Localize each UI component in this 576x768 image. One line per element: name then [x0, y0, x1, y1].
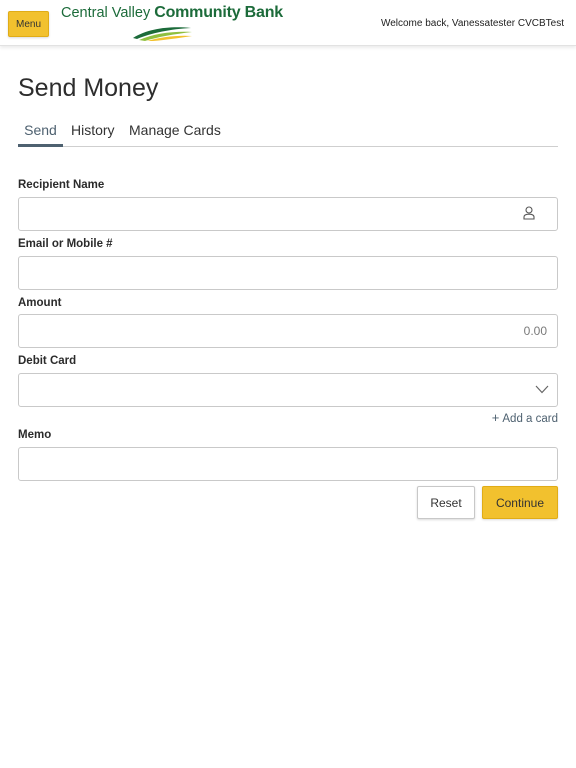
recipient-name-input[interactable]	[19, 198, 557, 230]
email-mobile-label: Email or Mobile #	[18, 238, 113, 250]
bank-logo[interactable]: Central Valley Community Bank	[61, 4, 283, 42]
recipient-name-field[interactable]	[18, 197, 558, 231]
tab-send[interactable]: Send	[18, 119, 63, 147]
top-bar: Menu Central Valley Community Bank Welco…	[0, 0, 576, 46]
plus-icon: +	[491, 410, 500, 425]
logo-text-light: Central Valley	[61, 5, 155, 21]
logo-text-bold: Community Bank	[154, 4, 283, 21]
add-card-label: Add a card	[502, 413, 558, 425]
page-title: Send Money	[18, 74, 159, 102]
reset-button[interactable]: Reset	[417, 486, 475, 519]
amount-input[interactable]	[19, 315, 557, 347]
amount-label: Amount	[18, 297, 62, 309]
amount-field[interactable]	[18, 314, 558, 348]
chevron-down-icon[interactable]	[535, 385, 549, 394]
recipient-name-label: Recipient Name	[18, 179, 105, 191]
debit-card-label: Debit Card	[18, 355, 77, 367]
debit-card-select[interactable]	[18, 373, 558, 407]
continue-button[interactable]: Continue	[482, 486, 558, 519]
add-card-link[interactable]: + Add a card	[492, 410, 558, 425]
tab-manage-cards[interactable]: Manage Cards	[129, 119, 221, 147]
email-mobile-input[interactable]	[19, 257, 557, 289]
welcome-message: Welcome back, Vanessatester CVCBTest	[380, 18, 564, 29]
memo-input[interactable]	[19, 448, 557, 480]
memo-field[interactable]	[18, 447, 558, 481]
person-icon[interactable]	[523, 206, 535, 220]
email-mobile-field[interactable]	[18, 256, 558, 290]
tab-history[interactable]: History	[71, 119, 115, 147]
memo-label: Memo	[18, 429, 52, 441]
logo-wordmark: Central Valley Community Bank	[61, 4, 283, 22]
logo-swoosh-icon	[133, 27, 192, 41]
menu-button[interactable]: Menu	[8, 11, 49, 37]
tab-bar: Send History Manage Cards	[18, 119, 558, 147]
